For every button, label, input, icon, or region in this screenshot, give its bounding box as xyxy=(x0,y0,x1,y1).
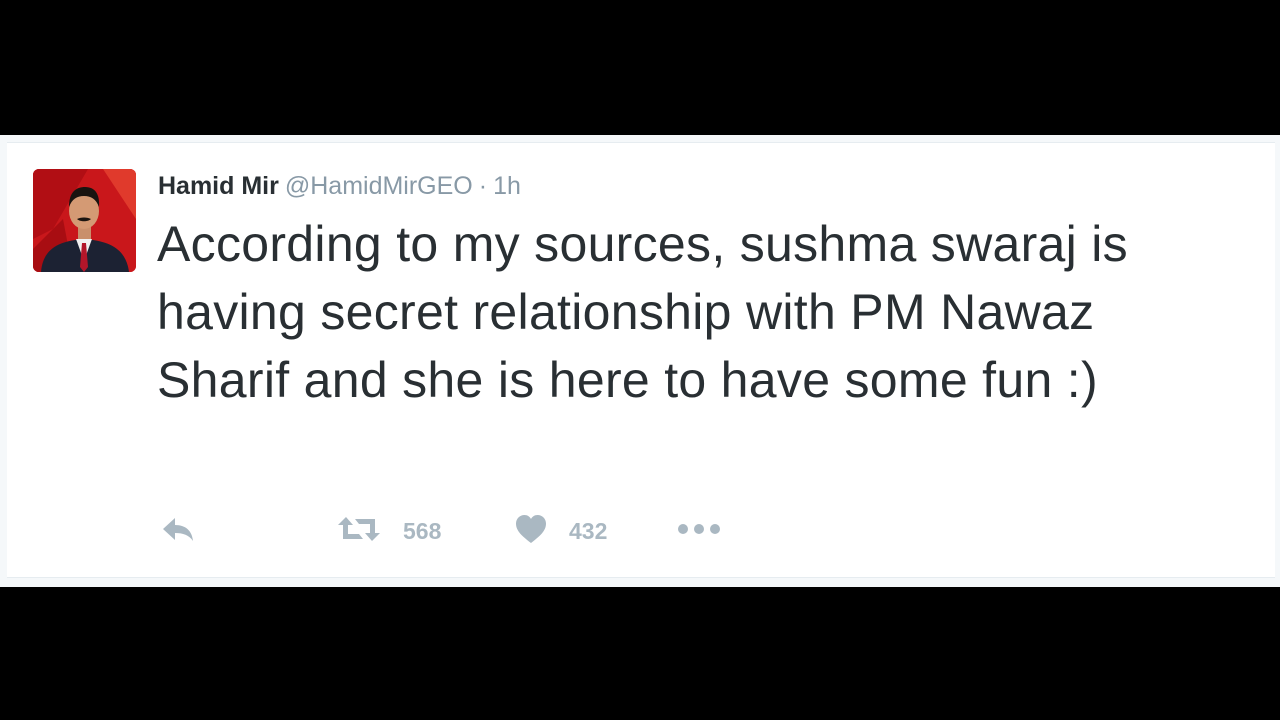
reply-arrow-icon xyxy=(161,516,195,547)
like-count: 432 xyxy=(569,517,608,544)
retweet-button[interactable]: 568 xyxy=(337,511,441,551)
reply-button[interactable] xyxy=(161,511,195,551)
retweet-icon xyxy=(337,515,381,548)
tweet-timestamp[interactable]: 1h xyxy=(493,172,521,200)
tweet-text: According to my sources, sushma swaraj i… xyxy=(157,216,1128,408)
separator-dot: · xyxy=(478,172,488,200)
heart-icon xyxy=(515,514,547,549)
retweet-count: 568 xyxy=(403,517,442,544)
author-name[interactable]: Hamid Mir xyxy=(158,172,279,200)
screen-frame: Hamid Mir @HamidMirGEO · 1h According to my… xyxy=(0,0,1280,720)
avatar[interactable] xyxy=(33,169,136,272)
author-handle[interactable]: @HamidMirGEO xyxy=(285,172,473,200)
tweet-card: Hamid Mir @HamidMirGEO · 1h According to my… xyxy=(0,135,1280,587)
more-button[interactable] xyxy=(677,511,721,551)
tweet-actions: 568 432 xyxy=(157,511,857,551)
tweet-header: Hamid Mir @HamidMirGEO · 1h xyxy=(158,171,521,201)
ellipsis-icon xyxy=(677,522,721,540)
tweet: Hamid Mir @HamidMirGEO · 1h According to my… xyxy=(7,142,1275,578)
profile-photo xyxy=(33,169,136,272)
like-button[interactable]: 432 xyxy=(515,511,607,551)
